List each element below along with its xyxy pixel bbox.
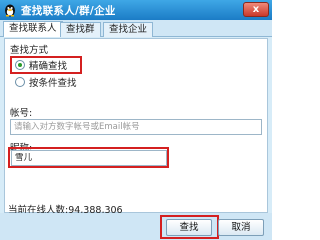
find-contact-window: 查找联系人/群/企业 x 查找联系人 查找群 查找企业 查找方式 精确查找 按条… — [0, 0, 272, 240]
title-bar[interactable]: 查找联系人/群/企业 x — [0, 0, 272, 20]
nickname-input[interactable]: 雪儿 — [11, 150, 167, 166]
cancel-button[interactable]: 取消 — [218, 219, 264, 236]
qq-penguin-icon — [5, 4, 15, 17]
radio-condition-search[interactable]: 按条件查找 — [15, 75, 77, 89]
search-button[interactable]: 查找 — [166, 219, 212, 236]
tab-bar: 查找联系人 查找群 查找企业 — [0, 20, 272, 37]
account-input[interactable]: 请输入对方数字帐号或Email帐号 — [10, 119, 262, 135]
window-title: 查找联系人/群/企业 — [21, 5, 116, 17]
tab-find-enterprise[interactable]: 查找企业 — [103, 22, 154, 37]
account-label: 帐号: — [10, 108, 33, 119]
radio-exact-search-label: 精确查找 — [29, 61, 68, 72]
radio-checked-icon[interactable] — [15, 60, 25, 70]
radio-unchecked-icon[interactable] — [15, 77, 25, 87]
search-mode-label: 查找方式 — [10, 45, 49, 56]
tab-find-group[interactable]: 查找群 — [60, 22, 101, 37]
radio-exact-search[interactable]: 精确查找 — [15, 58, 67, 72]
radio-condition-search-label: 按条件查找 — [29, 78, 77, 89]
tab-find-contact[interactable]: 查找联系人 — [3, 21, 63, 37]
close-button[interactable]: x — [243, 2, 269, 17]
